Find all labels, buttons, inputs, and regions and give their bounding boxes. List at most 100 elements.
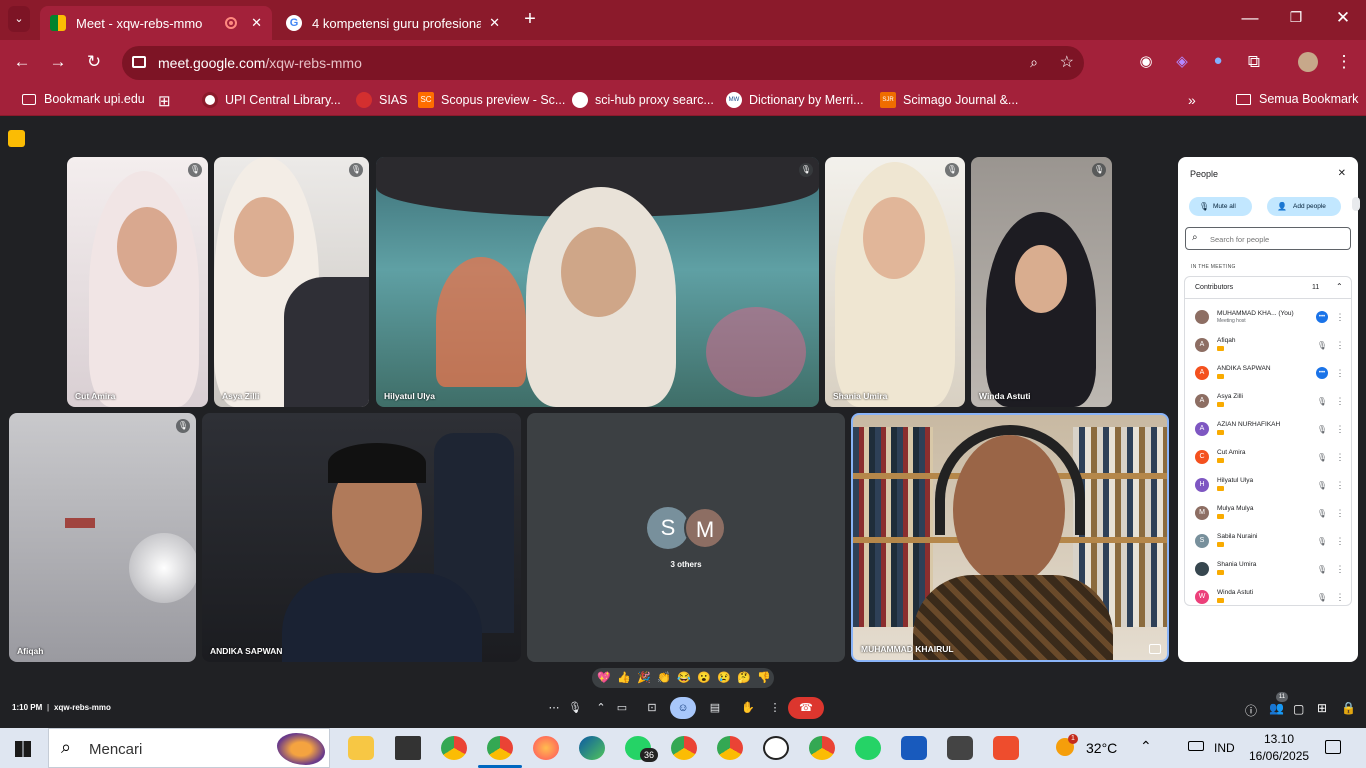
chatgpt-icon[interactable] xyxy=(763,736,789,760)
activities-icon[interactable]: ⊞ xyxy=(1317,701,1327,715)
search-input[interactable] xyxy=(1210,232,1346,246)
video-tile[interactable]: 🎙 Afiqah xyxy=(9,413,196,662)
close-tab-icon[interactable]: ✕ xyxy=(251,15,262,31)
reaction-emoji[interactable]: 👎 xyxy=(757,671,771,684)
video-tile[interactable]: 🎙 Shania Umira xyxy=(825,157,965,407)
app-s-icon[interactable] xyxy=(947,736,973,760)
scroll-handle[interactable] xyxy=(1352,197,1360,211)
mic-muted-icon[interactable]: 🎙 xyxy=(1316,537,1328,546)
meet-info-icon[interactable] xyxy=(8,130,25,147)
participant-row[interactable]: A AZIAN NURHAFIKAH 🎙 ⋮ xyxy=(1184,417,1352,441)
apps-grid-icon[interactable]: ⊞ xyxy=(158,92,171,110)
more-options-icon[interactable]: ⋮ xyxy=(1334,536,1346,547)
tab-meet[interactable]: Meet - xqw-rebs-mmo ✕ xyxy=(40,6,272,40)
windows-start-icon[interactable] xyxy=(15,741,31,757)
contributors-header[interactable]: Contributors 11 ⌃ xyxy=(1185,277,1351,299)
chrome-profile-icon-3[interactable] xyxy=(717,736,743,760)
video-tile-active-speaker[interactable]: MUHAMMAD KHAIRUL xyxy=(851,413,1169,662)
video-tile[interactable]: 🎙 Cut Amira xyxy=(67,157,208,407)
menu-icon[interactable]: ⋮ xyxy=(1332,52,1356,72)
others-tile[interactable]: S M 3 others xyxy=(527,413,845,662)
reaction-emoji[interactable]: 🎉 xyxy=(637,671,651,684)
clock-time[interactable]: 13.10 xyxy=(1264,732,1294,746)
video-tile[interactable]: ANDIKA SAPWAN xyxy=(202,413,521,662)
more-audio-options-icon[interactable]: ⋯ xyxy=(544,697,564,719)
meeting-details-icon[interactable]: ⓘ xyxy=(1245,702,1257,719)
bookmark-scimago[interactable]: SJR Scimago Journal &... xyxy=(880,92,1018,108)
host-controls-icon[interactable]: 🔒 xyxy=(1341,701,1356,715)
bookmark-upi[interactable]: Bookmark upi.edu xyxy=(22,92,145,106)
extension-icon-1[interactable]: ◉ xyxy=(1134,52,1158,70)
more-options-icon[interactable]: ⋮ xyxy=(1334,480,1346,491)
address-bar[interactable]: meet.google.com/xqw-rebs-mmo ⌕ ☆ xyxy=(122,46,1084,80)
participant-row[interactable]: W Winda Astuti 🎙 ⋮ xyxy=(1184,585,1352,609)
bookmark-sias[interactable]: SIAS xyxy=(356,92,408,108)
mic-muted-icon[interactable]: 🎙 xyxy=(1316,565,1328,574)
chrome-profile-icon-1[interactable] xyxy=(441,736,467,760)
participant-row[interactable]: C Cut Amira 🎙 ⋮ xyxy=(1184,445,1352,469)
bookmark-upi-library[interactable]: UPI Central Library... xyxy=(202,92,341,108)
mute-all-button[interactable]: 🎙 Mute all xyxy=(1189,197,1252,216)
taskbar-search[interactable]: ⌕ Mencari xyxy=(48,728,330,768)
mic-muted-icon[interactable]: 🎙 xyxy=(1316,453,1328,462)
mic-muted-icon[interactable]: 🎙 xyxy=(1316,509,1328,518)
tab-kompetensi[interactable]: G 4 kompetensi guru profesional ✕ xyxy=(276,6,510,40)
chrome-profile-icon-2[interactable] xyxy=(671,736,697,760)
more-options-icon[interactable]: ⋮ xyxy=(1334,340,1346,351)
all-bookmarks[interactable]: Semua Bookmark xyxy=(1236,92,1358,106)
edge-icon[interactable] xyxy=(579,736,605,760)
profile-avatar[interactable] xyxy=(1298,52,1318,72)
close-window-icon[interactable]: ✕ xyxy=(1331,8,1355,28)
notification-icon[interactable] xyxy=(1325,740,1341,754)
camera-button[interactable]: ▭ xyxy=(610,697,634,719)
extension-icon-3[interactable]: ● xyxy=(1206,52,1230,69)
more-options-icon[interactable]: ⋮ xyxy=(766,697,784,719)
restore-icon[interactable]: ❐ xyxy=(1284,9,1308,26)
present-screen-button[interactable]: ⊡ xyxy=(640,697,664,719)
bookmark-scihub[interactable]: sci-hub proxy searc... xyxy=(572,92,714,108)
reaction-emoji[interactable]: 👏 xyxy=(657,671,671,684)
reaction-emoji[interactable]: 😢 xyxy=(717,671,731,684)
clock-date[interactable]: 16/06/2025 xyxy=(1249,749,1309,763)
participant-row[interactable]: H Hilyatul Ulya 🎙 ⋮ xyxy=(1184,473,1352,497)
chrome-profile-icon-4[interactable] xyxy=(809,736,835,760)
raise-hand-button[interactable]: ✋ xyxy=(736,697,760,719)
leave-call-button[interactable]: ☎ xyxy=(788,697,824,719)
reload-icon[interactable]: ↻ xyxy=(82,52,106,72)
video-options-chevron-icon[interactable]: ⌃ xyxy=(592,697,610,719)
extension-icon-2[interactable]: ◈ xyxy=(1170,52,1194,70)
word-icon[interactable] xyxy=(901,736,927,760)
mic-muted-icon[interactable]: 🎙 xyxy=(1316,397,1328,406)
participant-row[interactable]: Shania Umira 🎙 ⋮ xyxy=(1184,557,1352,581)
more-options-icon[interactable]: ⋮ xyxy=(1334,564,1346,575)
chat-icon[interactable]: ▢ xyxy=(1293,702,1304,716)
mic-muted-icon[interactable]: 🎙 xyxy=(1316,593,1328,602)
participant-row[interactable]: M Mulya Mulya 🎙 ⋮ xyxy=(1184,501,1352,525)
bookmark-scopus[interactable]: SC Scopus preview - Sc... xyxy=(418,92,565,108)
search-box[interactable]: ⌕ xyxy=(1185,227,1351,250)
reaction-emoji[interactable]: 💖 xyxy=(597,671,611,684)
mic-muted-icon[interactable]: 🎙 xyxy=(1316,341,1328,350)
reaction-emoji[interactable]: 👍 xyxy=(617,671,631,684)
more-bookmarks-icon[interactable]: » xyxy=(1188,92,1196,108)
shopee-icon[interactable] xyxy=(993,736,1019,760)
participant-row[interactable]: MUHAMMAD KHA... (You) Meeting host ••• ⋮ xyxy=(1184,305,1352,329)
more-options-icon[interactable]: ⋮ xyxy=(1334,396,1346,407)
microphone-button[interactable]: 🎙 xyxy=(564,697,586,719)
more-options-icon[interactable]: ⋮ xyxy=(1334,368,1346,379)
add-people-button[interactable]: 👤 Add people xyxy=(1267,197,1341,216)
star-icon[interactable]: ☆ xyxy=(1060,52,1074,72)
close-panel-icon[interactable]: ✕ xyxy=(1338,168,1346,179)
file-explorer-icon[interactable] xyxy=(348,736,374,760)
zoom-icon[interactable]: ⌕ xyxy=(1030,54,1038,71)
mic-muted-icon[interactable]: 🎙 xyxy=(1316,481,1328,490)
participant-row[interactable]: A Afiqah 🎙 ⋮ xyxy=(1184,333,1352,357)
participant-row[interactable]: A Asya Zilli 🎙 ⋮ xyxy=(1184,389,1352,413)
bookmark-merriam[interactable]: MW Dictionary by Merri... xyxy=(726,92,864,108)
more-options-icon[interactable]: ⋮ xyxy=(1334,312,1346,323)
close-tab-icon[interactable]: ✕ xyxy=(489,15,500,31)
people-icon[interactable]: 👥 xyxy=(1269,701,1284,715)
reaction-emoji[interactable]: 😮 xyxy=(697,671,711,684)
mic-muted-icon[interactable]: 🎙 xyxy=(1316,425,1328,434)
minimize-icon[interactable]: — xyxy=(1238,8,1262,28)
